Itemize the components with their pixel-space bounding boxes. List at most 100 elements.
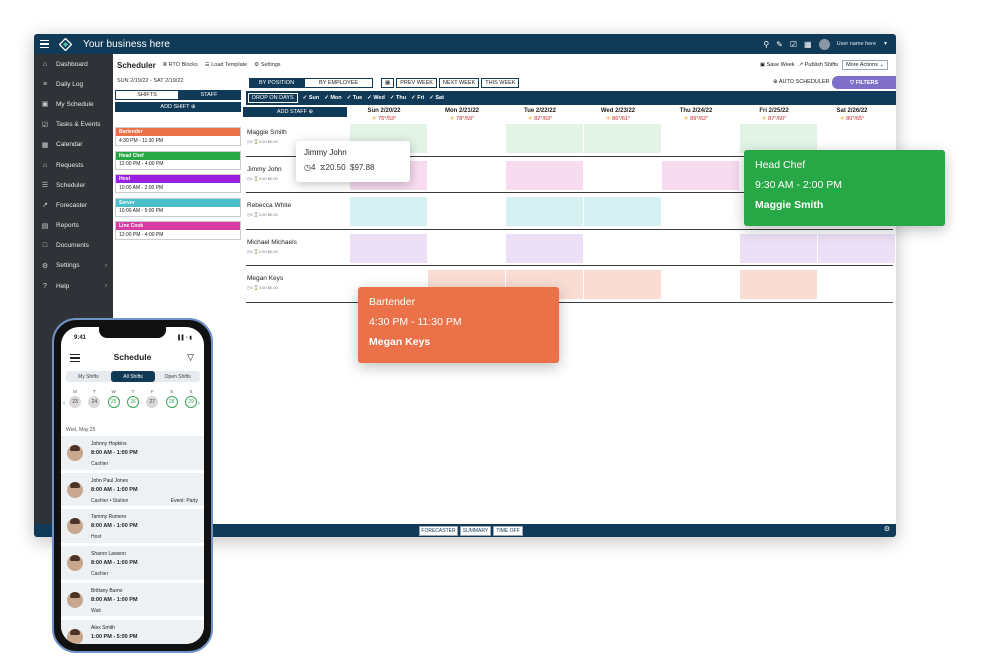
filters-button[interactable]: ▽ FILTERS — [832, 76, 896, 89]
search-icon[interactable]: ⚲ — [763, 40, 769, 49]
tab-forecaster[interactable]: FORECASTER — [419, 525, 458, 536]
shift-cell[interactable] — [350, 197, 427, 227]
tab-summary[interactable]: SUMMARY — [460, 525, 491, 536]
shift-cell[interactable] — [740, 270, 817, 300]
shift-cell[interactable] — [584, 124, 661, 153]
shift-list-item[interactable]: John Paul Jones 8:00 AM - 1:00 PM Cashier … — [61, 472, 204, 509]
tab-shifts[interactable]: SHIFTS — [116, 91, 178, 99]
shift-role: Host — [91, 534, 102, 541]
sidebar-item-reports[interactable]: ▤ Reports — [34, 216, 113, 236]
sidebar-item-requests[interactable]: ⌂ Requests — [34, 155, 113, 175]
day-check-sun[interactable]: ✓ Sun — [303, 95, 320, 101]
shift-popup-bartender[interactable]: Bartender 4:30 PM - 11:30 PM Megan Keys — [358, 287, 559, 363]
prev-week-button[interactable]: PREV WEEK — [396, 78, 437, 88]
rto-blocks-link[interactable]: ⦾ RTO Blocks — [163, 62, 198, 69]
sidebar-item-documents[interactable]: □ Documents — [34, 236, 113, 256]
day-check-wed[interactable]: ✓ Wed — [367, 95, 385, 101]
shift-cell[interactable] — [506, 124, 583, 153]
sidebar-item-forecaster[interactable]: ↗ Forecaster — [34, 195, 113, 215]
shift-template-card[interactable]: Line Cook 12:00 PM - 4:00 PM — [115, 221, 241, 240]
shift-list-item[interactable]: Brittany Burns 8:00 AM - 1:00 PM Wait — [61, 582, 204, 619]
shift-cell[interactable] — [506, 197, 583, 227]
save-week-button[interactable]: ▣ Save Week — [760, 62, 795, 68]
shift-cell[interactable] — [506, 233, 583, 263]
page-title: Scheduler — [117, 60, 156, 70]
this-week-button[interactable]: THIS WEEK — [481, 78, 520, 88]
sidebar-item-dashboard[interactable]: ⌂ Dashboard — [34, 54, 113, 74]
day-check-tue[interactable]: ✓ Tue — [347, 95, 363, 101]
tab-by-employee[interactable]: BY EMPLOYEE — [304, 78, 374, 88]
week-day[interactable]: T 24 — [88, 389, 101, 408]
avatar[interactable] — [818, 38, 830, 50]
staff-name[interactable]: Jimmy John — [247, 166, 282, 173]
week-day[interactable]: F 27 — [146, 389, 159, 408]
publish-shifts-button[interactable]: ↗ Publish Shifts — [799, 62, 838, 68]
add-staff-button[interactable]: ADD STAFF ⊕ — [243, 107, 347, 117]
drop-on-days-button[interactable]: DROP ON DAYS — [248, 93, 298, 103]
user-name[interactable]: User name here — [837, 41, 876, 47]
tab-time-off[interactable]: TIME OFF — [493, 525, 523, 536]
chevron-right-icon[interactable]: › — [198, 400, 200, 407]
load-template-link[interactable]: ☰ Load Template — [205, 62, 247, 68]
auto-scheduler-button[interactable]: ⊕ AUTO SCHEDULER — [773, 79, 829, 85]
shift-template-card[interactable]: Server 10:00 AM - 5:00 PM — [115, 197, 241, 217]
day-check-fri[interactable]: ✓ Fri — [411, 95, 424, 101]
staff-name[interactable]: Michael Michaels — [247, 239, 297, 246]
filter-icon[interactable]: ▽ — [187, 352, 194, 363]
staff-name[interactable]: Maggie Smith — [247, 129, 287, 136]
tab-all-shifts[interactable]: All Shifts — [110, 371, 156, 382]
tab-open-shifts[interactable]: Open Shifts — [155, 371, 200, 382]
shift-cell[interactable] — [740, 233, 817, 263]
checklist-icon[interactable]: ☑ — [790, 40, 797, 49]
shift-template-card[interactable]: Head Chef 12:00 PM - 4:00 PM — [115, 150, 241, 170]
shift-cell[interactable] — [584, 270, 661, 300]
week-day[interactable]: S 28 — [165, 389, 178, 408]
shift-template-card[interactable]: Host 10:00 AM - 2:00 PM — [115, 174, 241, 193]
more-actions-dropdown[interactable]: More Actions ⌄ — [842, 60, 888, 70]
settings-icon[interactable]: ⚙ — [884, 525, 890, 533]
shift-cell[interactable] — [584, 197, 661, 227]
settings-link[interactable]: ⚙ Settings — [254, 62, 280, 68]
shift-cell[interactable] — [818, 233, 895, 263]
next-week-button[interactable]: NEXT WEEK — [438, 78, 480, 88]
shift-list-item[interactable]: Sharon Lawson 8:00 AM - 1:00 PM Cashier — [61, 546, 204, 582]
shift-popup-head-chef[interactable]: Head Chef 9:30 AM - 2:00 PM Maggie Smith — [744, 150, 945, 226]
sidebar-item-settings[interactable]: ⚙ Settings › — [34, 256, 113, 276]
week-day[interactable]: S 29 — [184, 389, 197, 408]
sidebar-item-tasks-events[interactable]: ☑ Tasks & Events — [34, 115, 113, 135]
day-check-sat[interactable]: ✓ Sat — [429, 95, 444, 101]
week-day[interactable]: T 26 — [126, 389, 139, 408]
shift-cell[interactable] — [662, 160, 739, 190]
shift-list-item[interactable]: Alex Smith1:00 PM - 5:00 PMServer — [61, 619, 204, 644]
calendar-icon[interactable]: ▦ — [804, 40, 812, 49]
day-check-thu[interactable]: ✓ Thu — [390, 95, 406, 101]
staff-name[interactable]: Rebecca White — [247, 202, 291, 209]
week-day[interactable]: M 23 — [69, 389, 81, 408]
sidebar-item-calendar[interactable]: ▦ Calendar — [34, 135, 113, 155]
tab-by-position[interactable]: BY POSITION — [249, 78, 305, 88]
shift-template-card[interactable]: Bartender 4:30 PM - 11:30 PM — [115, 127, 241, 146]
shift-list-item[interactable]: Tammy Romero 8:00 AM - 1:00 PM Host — [61, 509, 204, 545]
day-check-mon[interactable]: ✓ Mon — [324, 95, 341, 101]
sidebar-item-daily-log[interactable]: ≡ Daily Log — [34, 74, 113, 94]
avatar — [67, 518, 83, 535]
shift-event: Event: Party — [170, 497, 198, 504]
chevron-down-icon[interactable]: ▼ — [883, 41, 888, 47]
tab-staff[interactable]: STAFF — [178, 91, 240, 99]
shift-cell[interactable] — [350, 233, 427, 263]
shift-cell[interactable] — [740, 124, 817, 153]
sidebar-item-help[interactable]: ? Help › — [34, 276, 113, 296]
sidebar-item-scheduler[interactable]: ☰ Scheduler — [34, 175, 113, 195]
chevron-left-icon[interactable]: ‹ — [63, 400, 65, 407]
sidebar-item-my-schedule[interactable]: ▣ My Schedule — [34, 94, 113, 114]
sidebar-item-label: Help — [56, 282, 70, 290]
staff-name[interactable]: Megan Keys — [247, 275, 283, 282]
calendar-picker-icon[interactable]: ▦ — [381, 78, 395, 88]
add-shift-button[interactable]: ADD SHIFT ⊕ — [115, 102, 241, 112]
menu-icon[interactable] — [34, 34, 54, 54]
edit-icon[interactable]: ✎ — [776, 40, 783, 49]
week-day[interactable]: W 25 — [107, 389, 120, 408]
tab-my-shifts[interactable]: My Shifts — [66, 371, 111, 382]
shift-list-item[interactable]: Johnny Hopkins 8:00 AM - 1:00 PM Cashier — [61, 436, 204, 472]
shift-cell[interactable] — [506, 160, 583, 190]
